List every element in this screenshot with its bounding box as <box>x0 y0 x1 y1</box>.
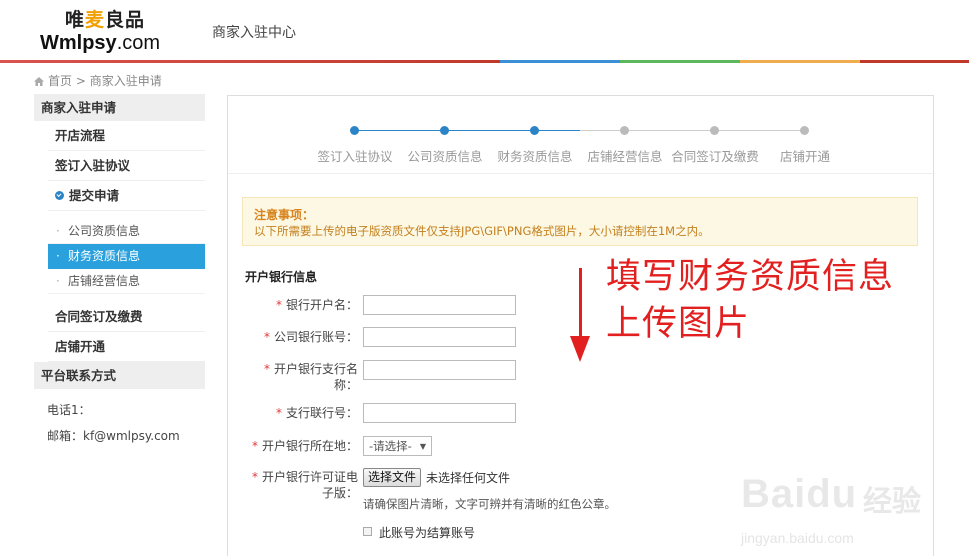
field-label: * 银行开户名： <box>275 298 358 312</box>
sidebar-item-store-open[interactable]: 店铺开通 <box>48 332 205 362</box>
account-number-input[interactable] <box>363 327 516 347</box>
sidebar-subitem-finance-qualification[interactable]: 财务资质信息 <box>48 244 205 269</box>
breadcrumb: 首页 > 商家入驻申请 <box>34 72 162 89</box>
contact-phone: 电话1： <box>47 403 91 417</box>
sidebar-item-label: 提交申请 <box>69 188 120 203</box>
annotation-line-2: 上传图片 <box>606 304 751 344</box>
sidebar-subitem-store-info[interactable]: 店铺经营信息 <box>48 269 205 294</box>
breadcrumb-home[interactable]: 首页 <box>48 74 72 88</box>
settlement-account-label[interactable]: 此账号为结算账号 <box>379 524 475 541</box>
form-row-license: * 开户银行许可证电 子版： <box>228 468 358 502</box>
step-dot <box>710 126 719 135</box>
header-title: 商家入驻中心 <box>212 25 296 41</box>
section-title: 开户银行信息 <box>245 270 318 284</box>
baidu-jingyan-watermark: Baidu 经验 jingyan.baidu.com <box>741 452 951 552</box>
form-row-account-number: * 公司银行账号： <box>228 327 358 349</box>
settlement-account-checkbox[interactable] <box>363 527 372 536</box>
field-label: * 开户银行支行名 称： <box>263 362 358 392</box>
logo-en: Wmlpsy.com <box>40 32 161 54</box>
choose-file-button[interactable]: 选择文件 <box>363 468 422 487</box>
annotation-arrow-head <box>570 336 590 362</box>
annotation-line-1: 填写财务资质信息 <box>606 257 895 297</box>
notice-text: 以下所需要上传的电子版资质文件仅支持JPG\GIF\PNG格式图片，大小请控制在… <box>254 224 710 238</box>
annotation-arrow-shaft <box>579 268 582 338</box>
notice-box: 注意事项： 以下所需要上传的电子版资质文件仅支持JPG\GIF\PNG格式图片，… <box>242 197 918 246</box>
step-label: 财务资质信息 <box>497 149 573 164</box>
step-dot <box>620 126 629 135</box>
file-status: 未选择任何文件 <box>426 471 511 485</box>
account-name-input[interactable] <box>363 295 516 315</box>
branch-code-input[interactable] <box>363 403 516 423</box>
sidebar-contact-heading: 平台联系方式 <box>34 362 205 389</box>
form-row-branch-name: * 开户银行支行名 称： <box>228 360 358 394</box>
breadcrumb-current: 商家入驻申请 <box>89 74 162 88</box>
step-label: 合同签订及缴费 <box>671 149 759 164</box>
watermark-url: jingyan.baidu.com <box>741 530 854 546</box>
sidebar-heading: 商家入驻申请 <box>34 94 205 121</box>
field-label: * 支行联行号： <box>275 406 358 420</box>
step-label: 签订入驻协议 <box>317 149 393 164</box>
breadcrumb-separator: > <box>75 74 86 88</box>
upload-hint: 请确保图片清晰，文字可辨并有清晰的红色公章。 <box>363 497 616 511</box>
watermark-cn: 经验 <box>863 484 922 518</box>
field-label: * 开户银行许可证电 子版： <box>251 470 358 500</box>
step-dot <box>530 126 539 135</box>
notice-title: 注意事项： <box>254 208 315 222</box>
logo-cn: 唯麦良品 <box>65 9 146 31</box>
sidebar-item-contract-payment[interactable]: 合同签订及缴费 <box>48 302 205 332</box>
step-label: 公司资质信息 <box>407 149 483 164</box>
watermark-main: Baidu <box>741 472 858 516</box>
form-row-branch-code: * 支行联行号： <box>228 403 358 425</box>
sidebar-item-open-process[interactable]: 开店流程 <box>48 121 205 151</box>
progress-steps: 签订入驻协议 公司资质信息 财务资质信息 店铺经营信息 合同签订及缴费 店铺开通 <box>228 96 935 174</box>
header-color-bar <box>0 60 969 63</box>
field-label: * 公司银行账号： <box>263 330 358 344</box>
sidebar-item-sign-agreement[interactable]: 签订入驻协议 <box>48 151 205 181</box>
chevron-circle-down-icon <box>55 191 64 200</box>
step-dot <box>350 126 359 135</box>
form-row-bank-location: * 开户银行所在地： <box>228 436 358 458</box>
home-icon <box>34 77 44 86</box>
site-header: 唯麦良品 Wmlpsy.com 商家入驻中心 <box>0 0 969 61</box>
sidebar-subitem-company-qualification[interactable]: 公司资质信息 <box>48 219 205 244</box>
sidebar: 商家入驻申请 开店流程 签订入驻协议 提交申请 公司资质信息 财务资质信息 店铺… <box>34 94 205 449</box>
step-label: 店铺开通 <box>779 149 831 164</box>
site-logo[interactable]: 唯麦良品 Wmlpsy.com <box>40 8 170 54</box>
branch-name-input[interactable] <box>363 360 516 380</box>
step-dot <box>440 126 449 135</box>
field-label: * 开户银行所在地： <box>251 439 358 453</box>
caret-down-icon: ▼ <box>419 442 426 451</box>
step-line-todo <box>580 130 805 131</box>
sidebar-item-submit-application[interactable]: 提交申请 <box>48 181 205 211</box>
form-row-account-name: * 银行开户名： <box>228 295 358 317</box>
step-label: 店铺经营信息 <box>587 149 663 164</box>
bank-location-select[interactable]: -请选择- ▼ <box>363 436 432 456</box>
step-line-done <box>355 130 580 131</box>
step-dot <box>800 126 809 135</box>
contact-email: 邮箱：kf@wmlpsy.com <box>47 429 180 443</box>
